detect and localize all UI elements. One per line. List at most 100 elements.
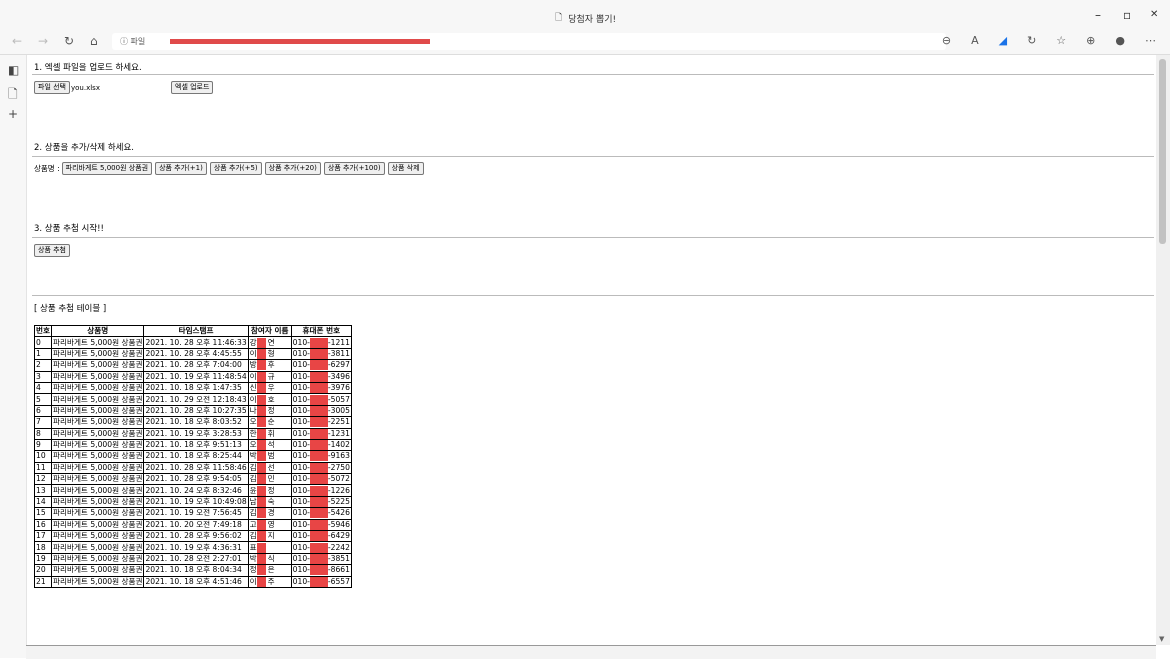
- phone-redaction: [309, 371, 328, 382]
- add-product-1-button[interactable]: 상품 추가(+1): [155, 162, 207, 175]
- phone-prefix: 010-: [292, 519, 310, 529]
- phone-redaction: [309, 474, 328, 485]
- phone-suffix: -5946: [327, 519, 350, 529]
- cell-phone: 010- -5225: [290, 495, 352, 509]
- table-row: 1 파리바게트 5,000원 상품권 2021. 10. 28 오후 4:45:55…: [34, 347, 352, 361]
- cell-name: 김선: [247, 461, 292, 475]
- table-row: 10 파리바게트 5,000원 상품권 2021. 10. 18 오후 8:25:4…: [34, 450, 352, 463]
- cell-name: 남숙: [247, 495, 292, 509]
- draw-row: 상품 추첨: [34, 244, 73, 257]
- name-first: 이: [249, 394, 257, 404]
- table-row: 11 파리바게트 5,000원 상품권 2021. 10. 28 오후 11:58:…: [34, 461, 352, 475]
- cell-phone: 010- -6429: [290, 530, 352, 543]
- cell-name: 한휘: [247, 427, 292, 440]
- refresh-icon[interactable]: ↻: [1027, 34, 1036, 47]
- phone-prefix: 010-: [292, 394, 310, 404]
- cell-timestamp: 2021. 10. 18 오후 9:51:13: [143, 438, 249, 452]
- new-tab-icon[interactable]: +: [8, 107, 18, 121]
- table-row: 5 파리바게트 5,000원 상품권 2021. 10. 29 오전 12:18:4…: [34, 393, 352, 406]
- toolbar-right-icons: ⊖ A ◢ ↻ ☆ ⊕ ● ⋯: [942, 34, 1156, 47]
- cell-timestamp: 2021. 10. 19 오전 7:56:45: [143, 507, 249, 520]
- phone-prefix: 010-: [292, 462, 310, 472]
- cell-no: 14: [34, 495, 52, 509]
- scrollbar-thumb[interactable]: [1159, 59, 1166, 244]
- cell-name: 강연: [247, 336, 292, 349]
- vertical-scrollbar[interactable]: ▼: [1156, 55, 1170, 645]
- phone-prefix: 010-: [292, 428, 310, 438]
- favorite-icon[interactable]: ☆: [1056, 34, 1066, 47]
- add-product-5-button[interactable]: 상품 추가(+5): [209, 162, 262, 175]
- cell-timestamp: 2021. 10. 18 오후 8:03:52: [143, 416, 249, 429]
- cell-no: 21: [34, 575, 52, 589]
- more-icon[interactable]: ⋯: [1145, 34, 1156, 47]
- phone-prefix: 010-: [292, 554, 310, 563]
- table-row: 12 파리바게트 5,000원 상품권 2021. 10. 28 오후 9:54:0…: [34, 473, 352, 486]
- close-button[interactable]: ✕: [1150, 9, 1158, 20]
- cell-phone: 010- -8661: [290, 564, 352, 577]
- section1-heading: 1. 엑셀 파일을 업로드 하세요.: [34, 63, 142, 73]
- delete-product-button[interactable]: 상품 삭제: [387, 162, 424, 175]
- profile-icon[interactable]: ●: [1115, 34, 1125, 47]
- name-last: 식: [267, 554, 275, 563]
- scroll-down-arrow-icon[interactable]: ▼: [1159, 635, 1164, 643]
- name-first: 오: [249, 417, 257, 427]
- draw-button[interactable]: 상품 추첨: [34, 244, 70, 257]
- cell-name: 김경: [247, 507, 292, 520]
- divider: [32, 74, 1154, 75]
- name-first: 강: [249, 337, 257, 347]
- cell-timestamp: 2021. 10. 18 오후 4:51:46: [143, 575, 249, 589]
- add-product-100-button[interactable]: 상품 추가(+100): [323, 162, 385, 175]
- phone-redaction: [309, 394, 328, 405]
- name-first: 오: [249, 440, 257, 450]
- section2-heading: 2. 상품을 추가/삭제 하세요.: [34, 143, 134, 153]
- zoom-icon[interactable]: ⊖: [942, 34, 951, 47]
- table-row: 15 파리바게트 5,000원 상품권 2021. 10. 19 오전 7:56:4…: [34, 507, 352, 520]
- cell-name: 이호: [247, 393, 292, 406]
- name-first: 이: [249, 371, 257, 381]
- name-last: 호: [267, 394, 275, 404]
- cell-product: 파리바게트 5,000원 상품권: [50, 507, 145, 520]
- phone-suffix: -8661: [327, 565, 350, 575]
- phone-suffix: -1231: [327, 428, 350, 438]
- name-last: 경: [267, 508, 275, 518]
- restore-button[interactable]: ▫: [1123, 8, 1131, 22]
- name-redaction: [256, 519, 266, 530]
- phone-redaction: [309, 428, 328, 439]
- horizontal-scrollbar[interactable]: [26, 645, 1156, 659]
- minimize-button[interactable]: –: [1095, 8, 1101, 22]
- product-label: 상품명 :: [34, 164, 60, 173]
- forward-icon[interactable]: →: [38, 34, 48, 48]
- cell-phone: 010- -3851: [290, 552, 352, 566]
- table-caption: [ 상품 추첨 테이블 ]: [34, 304, 107, 314]
- product-name-input[interactable]: 파리바게트 5,000원 상품권: [61, 162, 153, 175]
- home-icon[interactable]: ⌂: [90, 34, 98, 48]
- cell-no: 11: [34, 461, 52, 475]
- name-redaction: [256, 394, 266, 405]
- refresh-icon[interactable]: ↻: [64, 34, 74, 48]
- cell-name: 고영: [247, 518, 292, 532]
- address-prefix: ⓘ 파일: [120, 37, 146, 46]
- cell-name: 나정: [247, 404, 292, 418]
- phone-prefix: 010-: [292, 508, 310, 518]
- cell-timestamp: 2021. 10. 28 오후 11:46:33: [143, 336, 249, 349]
- cell-product: 파리바게트 5,000원 상품권: [50, 438, 145, 452]
- cell-phone: 010- -3811: [290, 347, 352, 361]
- excel-upload-button[interactable]: 엑셀 업로드: [171, 81, 214, 94]
- phone-redaction: [309, 497, 328, 508]
- extension-icon[interactable]: ◢: [999, 34, 1007, 47]
- table-row: 6 파리바게트 5,000원 상품권 2021. 10. 28 오후 10:27:3…: [34, 404, 352, 418]
- add-product-20-button[interactable]: 상품 추가(+20): [264, 162, 321, 175]
- divider: [32, 237, 1154, 238]
- collections-icon[interactable]: ⊕: [1086, 34, 1095, 47]
- file-select-button[interactable]: 파일 선택: [34, 81, 70, 94]
- tab-page-icon[interactable]: 🗋: [8, 85, 18, 106]
- name-redaction: [256, 348, 266, 359]
- header-no: 번호: [34, 324, 52, 338]
- phone-redaction: [309, 462, 328, 473]
- read-aloud-icon[interactable]: A: [971, 34, 979, 47]
- back-icon[interactable]: ←: [12, 34, 22, 48]
- cell-product: 파리바게트 5,000원 상품권: [50, 473, 145, 486]
- tab-actions-icon[interactable]: ◧: [8, 63, 19, 77]
- name-redaction: [256, 417, 266, 428]
- cell-no: 8: [34, 427, 52, 440]
